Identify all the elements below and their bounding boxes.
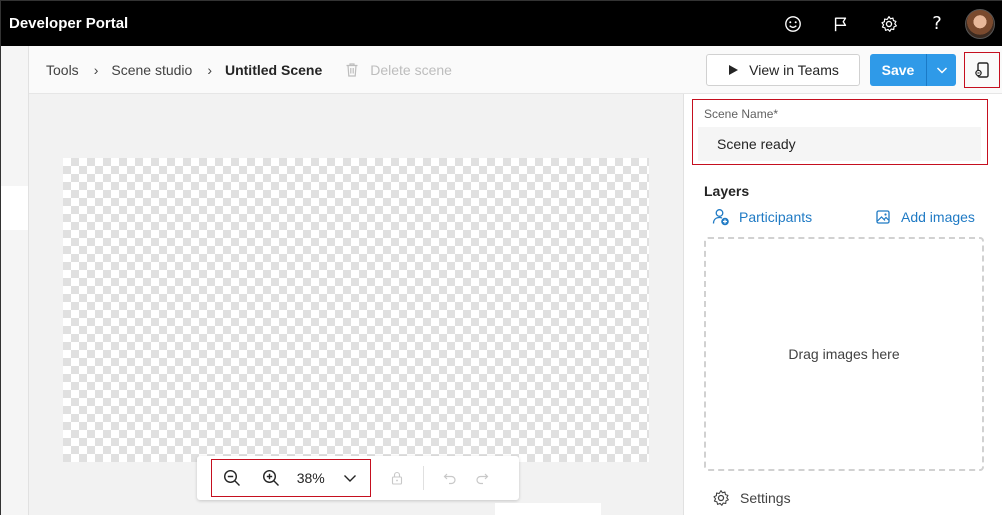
view-in-teams-button[interactable]: View in Teams bbox=[706, 53, 860, 86]
settings-button[interactable]: Settings bbox=[712, 489, 791, 507]
layers-heading: Layers bbox=[704, 183, 750, 199]
add-participants-button[interactable]: Participants bbox=[712, 208, 812, 226]
left-rail-item[interactable] bbox=[1, 186, 28, 230]
scene-name-input[interactable] bbox=[698, 127, 981, 161]
gear-icon[interactable] bbox=[865, 1, 913, 46]
toggle-properties-panel-button[interactable] bbox=[964, 51, 1000, 88]
breadcrumb-separator: › bbox=[207, 61, 212, 78]
canvas-area: 38% bbox=[29, 94, 683, 515]
help-icon[interactable]: ? bbox=[913, 1, 961, 46]
chevron-down-icon bbox=[936, 66, 947, 74]
image-drop-zone[interactable]: Drag images here bbox=[704, 237, 984, 471]
feedback-smiley-icon[interactable] bbox=[769, 1, 817, 46]
zoom-out-button[interactable] bbox=[212, 460, 252, 496]
command-bar: Tools › Scene studio › Untitled Scene De… bbox=[29, 46, 1002, 94]
play-icon bbox=[729, 64, 739, 75]
undo-button[interactable] bbox=[434, 460, 466, 496]
chevron-down-icon bbox=[344, 475, 357, 482]
canvas-footer bbox=[495, 503, 601, 515]
view-in-teams-label: View in Teams bbox=[749, 61, 839, 78]
breadcrumb-current-scene: Untitled Scene bbox=[224, 61, 323, 78]
lock-icon bbox=[391, 471, 403, 485]
breadcrumb-separator: › bbox=[93, 61, 99, 78]
image-add-icon bbox=[876, 210, 890, 224]
breadcrumb-tools[interactable]: Tools bbox=[46, 62, 79, 78]
zoom-toolbar: 38% bbox=[197, 456, 519, 500]
scene-canvas[interactable] bbox=[63, 158, 649, 462]
scene-name-label: Scene Name* bbox=[704, 107, 779, 121]
delete-scene-button[interactable]: Delete scene bbox=[344, 62, 452, 78]
breadcrumb-scene-studio[interactable]: Scene studio bbox=[111, 62, 192, 78]
top-bar: Developer Portal ? bbox=[1, 1, 1002, 46]
drop-zone-hint: Drag images here bbox=[788, 346, 900, 362]
zoom-dropdown-button[interactable] bbox=[331, 460, 371, 496]
zoom-out-icon bbox=[223, 469, 240, 486]
delete-scene-label: Delete scene bbox=[370, 61, 452, 78]
undo-icon bbox=[443, 473, 456, 485]
zoom-level: 38% bbox=[296, 470, 325, 486]
properties-panel: Scene Name* Layers Participants Add imag… bbox=[683, 94, 1002, 515]
header-actions: ? bbox=[769, 1, 997, 46]
save-options-button[interactable] bbox=[926, 53, 956, 86]
flag-icon[interactable] bbox=[817, 1, 865, 46]
redo-icon bbox=[476, 473, 489, 485]
lock-button[interactable] bbox=[381, 460, 413, 496]
zoom-in-button[interactable] bbox=[252, 460, 292, 496]
toolbar-divider bbox=[423, 466, 424, 490]
help-glyph: ? bbox=[932, 13, 942, 34]
redo-button[interactable] bbox=[466, 460, 498, 496]
add-images-button[interactable]: Add images bbox=[874, 208, 975, 226]
zoom-in-icon bbox=[263, 469, 280, 486]
participants-label: Participants bbox=[739, 209, 813, 225]
scene-name-field: Scene Name* bbox=[692, 99, 988, 165]
add-images-label: Add images bbox=[901, 209, 975, 225]
person-add-icon bbox=[712, 209, 729, 226]
gear-icon bbox=[713, 490, 729, 506]
trash-icon bbox=[346, 62, 358, 77]
save-button[interactable]: Save bbox=[870, 53, 926, 86]
app-title[interactable]: Developer Portal bbox=[9, 15, 769, 32]
settings-label: Settings bbox=[740, 490, 791, 506]
save-split-button: Save bbox=[870, 53, 956, 86]
panel-icon bbox=[975, 61, 989, 78]
avatar[interactable] bbox=[965, 8, 995, 39]
zoom-controls: 38% bbox=[211, 459, 371, 497]
left-rail bbox=[1, 46, 29, 515]
